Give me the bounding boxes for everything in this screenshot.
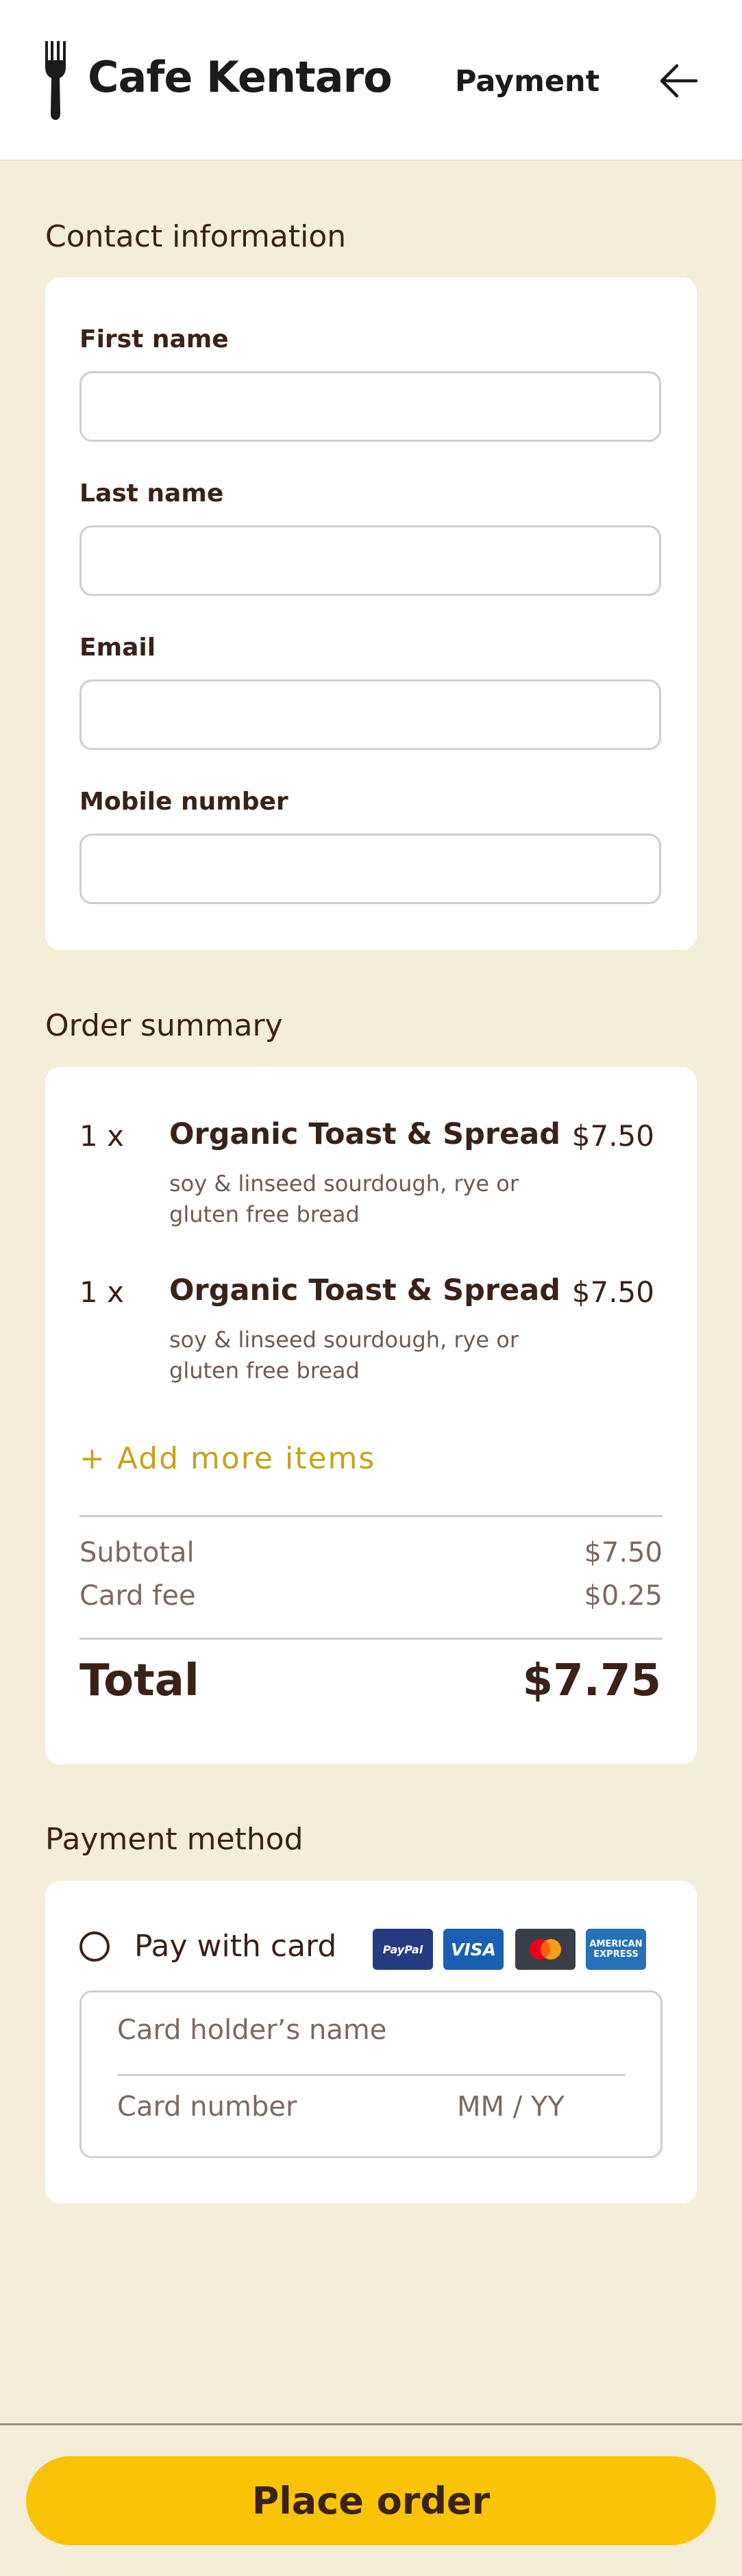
- mastercard-circles-icon: [530, 1939, 561, 1960]
- card-expiry-field[interactable]: MM / YY: [457, 2091, 565, 2123]
- card-number-field[interactable]: Card number: [117, 2091, 297, 2123]
- pay-with-card-radio[interactable]: [79, 1931, 110, 1962]
- total-value: $7.75: [522, 1655, 661, 1706]
- paypal-logo: PayPal: [373, 1929, 433, 1970]
- arrow-left-icon[interactable]: [658, 62, 699, 100]
- page-title: Payment: [455, 64, 600, 99]
- item-description: soy & linseed sourdough, rye or gluten f…: [169, 1327, 519, 1384]
- brand-name: Cafe Kentaro: [88, 52, 393, 102]
- visa-logo: VISA: [443, 1929, 504, 1970]
- item-name: Organic Toast & Spread: [169, 1273, 561, 1308]
- order-summary-card: 1 x Organic Toast & Spread $7.50 soy & l…: [45, 1067, 697, 1764]
- fork-icon: [45, 41, 66, 120]
- pay-with-card-label[interactable]: Pay with card: [134, 1929, 336, 1964]
- mobile-number-label: Mobile number: [79, 788, 288, 816]
- subtotal-value: $7.50: [584, 1537, 663, 1568]
- contact-card: First name Last name Email Mobile number: [45, 277, 697, 950]
- mobile-number-field[interactable]: [79, 834, 661, 904]
- order-section-title: Order summary: [45, 1008, 283, 1043]
- last-name-field[interactable]: [79, 525, 661, 596]
- subtotal-row: Subtotal $7.50: [79, 1537, 663, 1578]
- subtotal-label: Subtotal: [79, 1537, 195, 1568]
- add-more-items-link[interactable]: + Add more items: [79, 1441, 375, 1476]
- item-quantity: 1 x: [79, 1119, 124, 1153]
- contact-section-title: Contact information: [45, 219, 347, 254]
- card-details-box: Card holder’s name Card number MM / YY: [79, 1990, 663, 2158]
- email-field[interactable]: [79, 679, 661, 750]
- item-quantity: 1 x: [79, 1275, 124, 1309]
- payment-card: Pay with card PayPal VISA AMERICAN EXPRE…: [45, 1881, 697, 2203]
- card-fee-value: $0.25: [584, 1580, 663, 1612]
- amex-line-2: EXPRESS: [593, 1949, 639, 1960]
- last-name-label: Last name: [79, 479, 224, 508]
- amex-logo: AMERICAN EXPRESS: [586, 1929, 646, 1970]
- amex-line-1: AMERICAN: [589, 1939, 643, 1949]
- item-price: $7.50: [571, 1275, 654, 1309]
- first-name-label: First name: [79, 325, 229, 353]
- total-label: Total: [79, 1655, 199, 1706]
- summary-divider: [79, 1515, 663, 1517]
- total-divider: [79, 1638, 663, 1640]
- email-label: Email: [79, 634, 156, 662]
- item-price: $7.50: [571, 1119, 654, 1153]
- card-field-divider: [117, 2074, 626, 2076]
- app-header: Cafe Kentaro Payment: [0, 0, 742, 161]
- place-order-button[interactable]: Place order: [26, 2456, 716, 2545]
- card-holder-name-field[interactable]: Card holder’s name: [117, 2014, 386, 2046]
- item-description: soy & linseed sourdough, rye or gluten f…: [169, 1171, 519, 1227]
- mastercard-icon: [515, 1929, 576, 1970]
- card-fee-row: Card fee $0.25: [79, 1580, 663, 1621]
- footer-divider: [0, 2423, 742, 2425]
- item-name: Organic Toast & Spread: [169, 1117, 561, 1151]
- card-fee-label: Card fee: [79, 1580, 196, 1612]
- payment-section-title: Payment method: [45, 1822, 304, 1857]
- first-name-field[interactable]: [79, 371, 661, 442]
